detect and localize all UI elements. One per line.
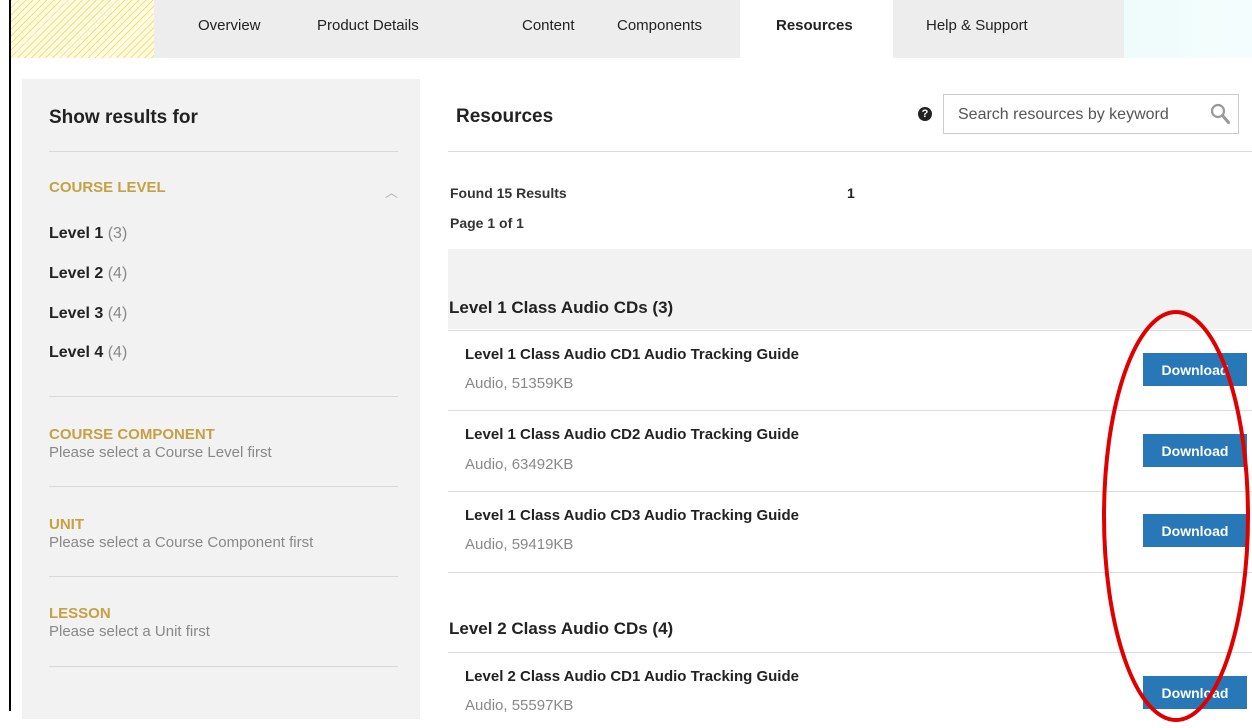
tab-resources[interactable]: Resources xyxy=(740,0,893,58)
divider xyxy=(448,330,1252,331)
facet-heading-unit[interactable]: UNIT xyxy=(49,516,84,533)
facet-note-unit: Please select a Course Component first xyxy=(49,534,314,551)
page-title: Resources xyxy=(456,106,554,127)
tab-content[interactable]: Content xyxy=(467,0,597,58)
results-count: Found 15 Results xyxy=(450,185,567,201)
sidebar-title: Show results for xyxy=(49,107,198,128)
filter-level-4[interactable]: Level 4 (4) xyxy=(49,344,127,362)
facet-heading-lesson[interactable]: LESSON xyxy=(49,605,111,622)
divider xyxy=(448,410,1252,411)
resource-title[interactable]: Level 1 Class Audio CD2 Audio Tracking G… xyxy=(465,426,799,443)
facet-note-lesson: Please select a Unit first xyxy=(49,623,210,640)
divider xyxy=(448,572,1252,573)
divider xyxy=(448,151,1252,152)
chevron-up-icon[interactable]: ︿ xyxy=(385,182,398,201)
facet-note-course-component: Please select a Course Level first xyxy=(49,444,272,461)
help-icon[interactable]: ? xyxy=(918,107,932,121)
tab-components[interactable]: Components xyxy=(597,0,740,58)
search-box xyxy=(943,94,1239,134)
filter-level-1[interactable]: Level 1 (3) xyxy=(49,225,127,243)
page-indicator: Page 1 of 1 xyxy=(450,215,524,231)
resource-meta: Audio, 55597KB xyxy=(465,697,574,714)
search-icon[interactable] xyxy=(1210,103,1230,125)
download-button[interactable]: Download xyxy=(1143,353,1247,386)
divider xyxy=(49,486,398,487)
decorative-pattern xyxy=(11,0,154,58)
resource-meta: Audio, 59419KB xyxy=(465,536,574,553)
tab-product-details[interactable]: Product Details xyxy=(317,0,467,58)
filter-sidebar: Show results for COURSE LEVEL ︿ Level 1 … xyxy=(22,79,420,719)
tab-help-support[interactable]: Help & Support xyxy=(893,0,1083,58)
download-button[interactable]: Download xyxy=(1143,514,1247,547)
search-input[interactable] xyxy=(956,103,1200,127)
divider xyxy=(49,576,398,577)
download-button[interactable]: Download xyxy=(1143,676,1247,709)
tab-bar: Overview Product Details Content Compone… xyxy=(154,0,1124,58)
page-number[interactable]: 1 xyxy=(847,185,855,201)
divider xyxy=(49,396,398,397)
facet-heading-course-level[interactable]: COURSE LEVEL xyxy=(49,179,166,196)
filter-level-3[interactable]: Level 3 (4) xyxy=(49,305,127,323)
resource-meta: Audio, 51359KB xyxy=(465,375,574,392)
resource-meta: Audio, 63492KB xyxy=(465,456,574,473)
resource-title[interactable]: Level 2 Class Audio CD1 Audio Tracking G… xyxy=(465,668,799,685)
resource-title[interactable]: Level 1 Class Audio CD3 Audio Tracking G… xyxy=(465,507,799,524)
facet-heading-course-component[interactable]: COURSE COMPONENT xyxy=(49,426,215,443)
divider xyxy=(49,151,398,152)
decorative-pattern-right xyxy=(1124,0,1252,58)
group-title-level-1: Level 1 Class Audio CDs (3) xyxy=(449,298,674,317)
divider xyxy=(448,491,1252,492)
top-nav: Overview Product Details Content Compone… xyxy=(11,0,1252,58)
divider xyxy=(49,666,398,667)
group-title-level-2: Level 2 Class Audio CDs (4) xyxy=(449,619,674,638)
tab-overview[interactable]: Overview xyxy=(154,0,317,58)
resource-title[interactable]: Level 1 Class Audio CD1 Audio Tracking G… xyxy=(465,346,799,363)
page-frame: Overview Product Details Content Compone… xyxy=(9,0,1252,719)
download-button[interactable]: Download xyxy=(1143,434,1247,467)
divider xyxy=(448,652,1252,653)
filter-level-2[interactable]: Level 2 (4) xyxy=(49,265,127,283)
